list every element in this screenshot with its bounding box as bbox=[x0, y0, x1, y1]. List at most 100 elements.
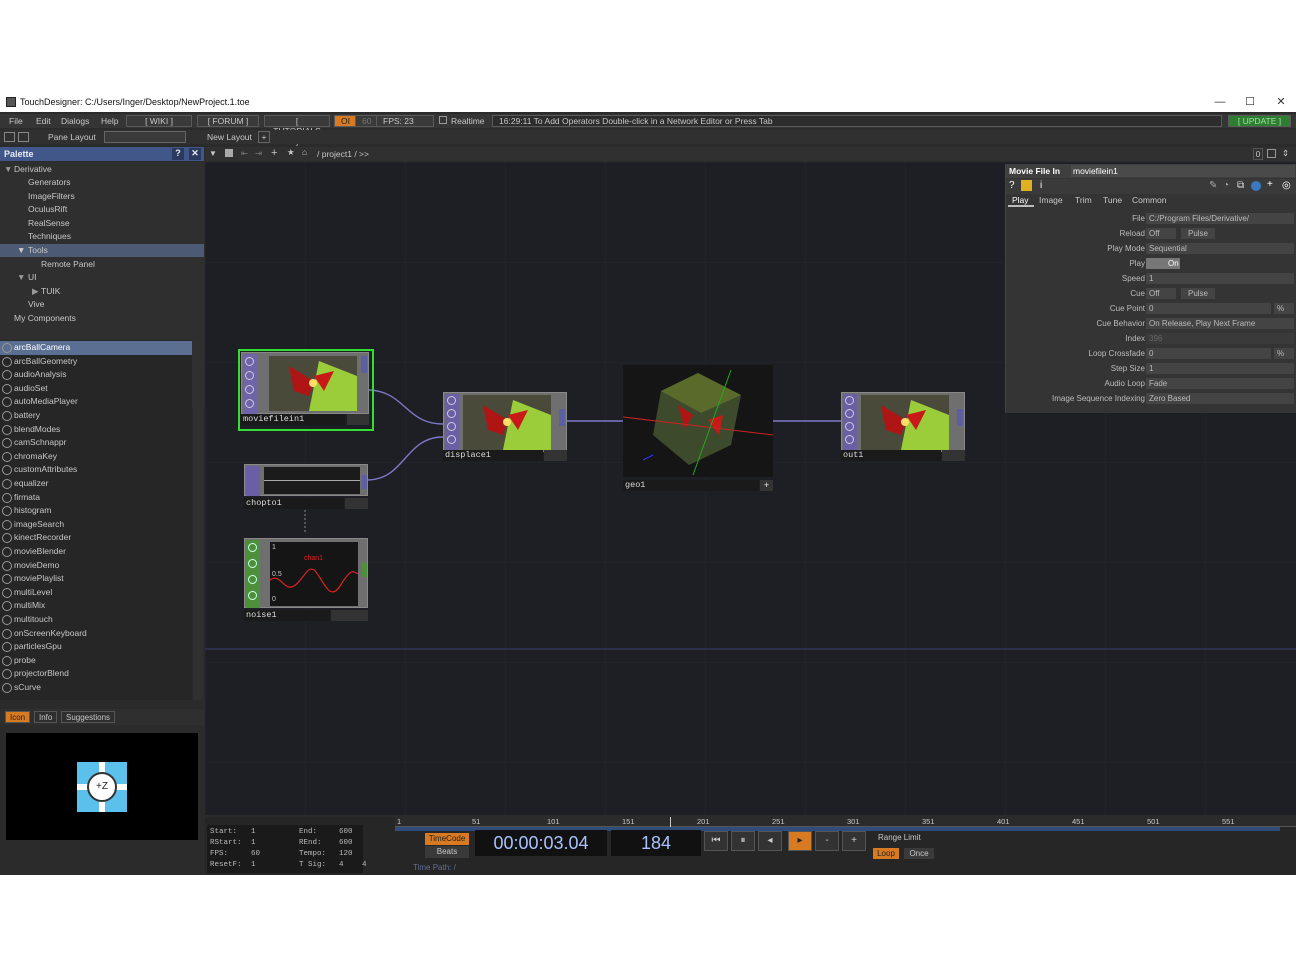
pause-icon[interactable]: ⏸ bbox=[731, 831, 755, 851]
param-value-field[interactable]: 1 bbox=[1146, 363, 1294, 374]
component-item[interactable]: moviePlaylist bbox=[0, 572, 192, 586]
tree-item-vive[interactable]: Vive bbox=[0, 298, 204, 311]
component-item[interactable]: onScreenKeyboard bbox=[0, 627, 192, 641]
tutorials-button[interactable]: [ TUTORIALS ] bbox=[264, 115, 330, 146]
menu-help[interactable]: Help bbox=[101, 116, 118, 126]
component-item[interactable]: audioSet bbox=[0, 382, 192, 396]
param-value-field[interactable]: 396 bbox=[1146, 333, 1294, 344]
menu-file[interactable]: File bbox=[9, 116, 23, 126]
forum-button[interactable]: [ FORUM ] bbox=[197, 115, 259, 127]
menu-dialogs[interactable]: Dialogs bbox=[61, 116, 89, 126]
node-label-out1[interactable]: out1 bbox=[841, 450, 941, 461]
info-icon[interactable]: i bbox=[1040, 180, 1042, 191]
tab-common[interactable]: Common bbox=[1132, 195, 1166, 205]
tree-item-realsense[interactable]: RealSense bbox=[0, 217, 204, 230]
component-item[interactable]: multiMix bbox=[0, 599, 192, 613]
loop-button[interactable]: Loop bbox=[873, 848, 899, 859]
tab-image[interactable]: Image bbox=[1039, 195, 1063, 205]
component-item[interactable]: customAttributes bbox=[0, 463, 192, 477]
playhead[interactable] bbox=[670, 817, 671, 827]
step-back-icon[interactable]: ◂ bbox=[758, 831, 782, 851]
component-item[interactable]: imageSearch bbox=[0, 518, 192, 532]
timecode-button[interactable]: TimeCode bbox=[425, 833, 469, 845]
node-label-moviefilein1[interactable]: moviefilein1 bbox=[241, 414, 345, 425]
step-plus-button[interactable]: + bbox=[842, 831, 866, 851]
param-value-field[interactable]: Off bbox=[1146, 228, 1176, 239]
star-icon[interactable]: ★ bbox=[287, 147, 295, 158]
frame-display[interactable]: 184 bbox=[611, 830, 701, 856]
update-button[interactable]: [ UPDATE ] bbox=[1228, 115, 1291, 127]
tree-item-imagefilters[interactable]: ImageFilters bbox=[0, 190, 204, 203]
oi-button[interactable]: OI bbox=[334, 115, 357, 127]
tree-item-remote-panel[interactable]: Remote Panel bbox=[0, 258, 204, 271]
rewind-icon[interactable]: ⏮ bbox=[704, 831, 728, 851]
home-icon[interactable]: ⌂ bbox=[302, 147, 307, 157]
comment-icon[interactable]: ◔ bbox=[1223, 180, 1229, 191]
pulse-button[interactable]: Pulse bbox=[1181, 288, 1215, 299]
component-item[interactable]: projectorBlend bbox=[0, 667, 192, 681]
component-item[interactable]: movieBlender bbox=[0, 545, 192, 559]
tree-item-tuik[interactable]: ▶ TUIK bbox=[0, 285, 204, 298]
node-label-chopto1[interactable]: chopto1 bbox=[244, 498, 344, 509]
param-value-field[interactable]: Zero Based bbox=[1146, 393, 1294, 404]
tree-item-generators[interactable]: Generators bbox=[0, 176, 204, 189]
op-name-field[interactable]: moviefilein1 bbox=[1071, 165, 1295, 177]
component-list-scrollbar[interactable] bbox=[193, 340, 203, 700]
component-item[interactable]: movieDemo bbox=[0, 559, 192, 573]
param-value-field[interactable]: 0 bbox=[1146, 348, 1271, 359]
tab-tune[interactable]: Tune bbox=[1103, 195, 1122, 205]
python-icon[interactable] bbox=[1021, 180, 1032, 191]
close-icon[interactable]: ✕ bbox=[1271, 94, 1291, 110]
component-item[interactable]: battery bbox=[0, 409, 192, 423]
component-item[interactable]: multitouch bbox=[0, 613, 192, 627]
realtime-checkbox[interactable] bbox=[439, 116, 447, 124]
component-item[interactable]: autoMediaPlayer bbox=[0, 395, 192, 409]
add-icon[interactable]: + bbox=[271, 147, 277, 159]
param-value-field[interactable]: On bbox=[1146, 258, 1180, 269]
tree-item-tools[interactable]: ▼ Tools bbox=[0, 244, 204, 257]
param-value-field[interactable]: 0 bbox=[1146, 303, 1271, 314]
node-label-noise1[interactable]: noise1 bbox=[244, 610, 330, 621]
minimize-icon[interactable]: — bbox=[1210, 94, 1230, 110]
geo-add-icon[interactable]: + bbox=[760, 480, 773, 491]
component-item[interactable]: equalizer bbox=[0, 477, 192, 491]
menu-edit[interactable]: Edit bbox=[36, 116, 51, 126]
pin-icon[interactable]: ⇕ bbox=[1282, 148, 1289, 159]
target-icon[interactable]: ◎ bbox=[1282, 180, 1291, 191]
tree-item-my-components[interactable]: My Components bbox=[0, 312, 204, 325]
time-display[interactable]: 00:00:03.04 bbox=[475, 830, 607, 856]
tab-suggestions[interactable]: Suggestions bbox=[61, 711, 116, 723]
pane-layout-buttons[interactable] bbox=[104, 131, 186, 143]
add-param-icon[interactable]: + bbox=[1267, 179, 1273, 190]
component-item[interactable]: probe bbox=[0, 654, 192, 668]
copy-icon[interactable]: ⧉ bbox=[1237, 180, 1244, 191]
once-button[interactable]: Once bbox=[904, 848, 934, 859]
time-path[interactable]: Time Path: / bbox=[413, 863, 456, 872]
component-item[interactable]: arcBallGeometry bbox=[0, 355, 192, 369]
param-value-field[interactable]: C:/Program Files/Derivative/ bbox=[1146, 213, 1294, 224]
network-path[interactable]: / project1 / >> bbox=[317, 149, 369, 159]
pencil-icon[interactable]: ✎ bbox=[1209, 180, 1217, 191]
param-unit[interactable]: % bbox=[1274, 303, 1294, 314]
tree-item-derivative[interactable]: ▼ Derivative bbox=[0, 163, 204, 176]
tree-item-ui[interactable]: ▼ UI bbox=[0, 271, 204, 284]
wiki-button[interactable]: [ WIKI ] bbox=[126, 115, 192, 127]
tab-info[interactable]: Info bbox=[34, 711, 58, 723]
param-value-field[interactable]: Fade bbox=[1146, 378, 1294, 389]
pane-icon[interactable] bbox=[4, 132, 15, 142]
chevron-down-icon[interactable]: ▼ bbox=[209, 149, 217, 158]
param-value-field[interactable]: Sequential bbox=[1146, 243, 1294, 254]
component-item[interactable]: arcBallCamera bbox=[0, 341, 192, 355]
node-label-displace1[interactable]: displace1 bbox=[443, 450, 543, 461]
component-item[interactable]: camSchnappr bbox=[0, 436, 192, 450]
globe-icon[interactable] bbox=[1251, 181, 1261, 191]
new-layout-plus-icon[interactable]: + bbox=[258, 131, 270, 143]
component-item[interactable]: multiLevel bbox=[0, 586, 192, 600]
node-label-geo1[interactable]: geo1 bbox=[623, 480, 759, 491]
fps-60-button[interactable]: 60 bbox=[355, 115, 379, 127]
timeline-ruler[interactable]: 151101151201251301351401451501551600 bbox=[395, 817, 1296, 827]
pulse-button[interactable]: Pulse bbox=[1181, 228, 1215, 239]
tab-play[interactable]: Play bbox=[1008, 195, 1034, 207]
play-icon[interactable]: ▸ bbox=[788, 831, 812, 851]
step-minus-button[interactable]: - bbox=[815, 831, 839, 851]
